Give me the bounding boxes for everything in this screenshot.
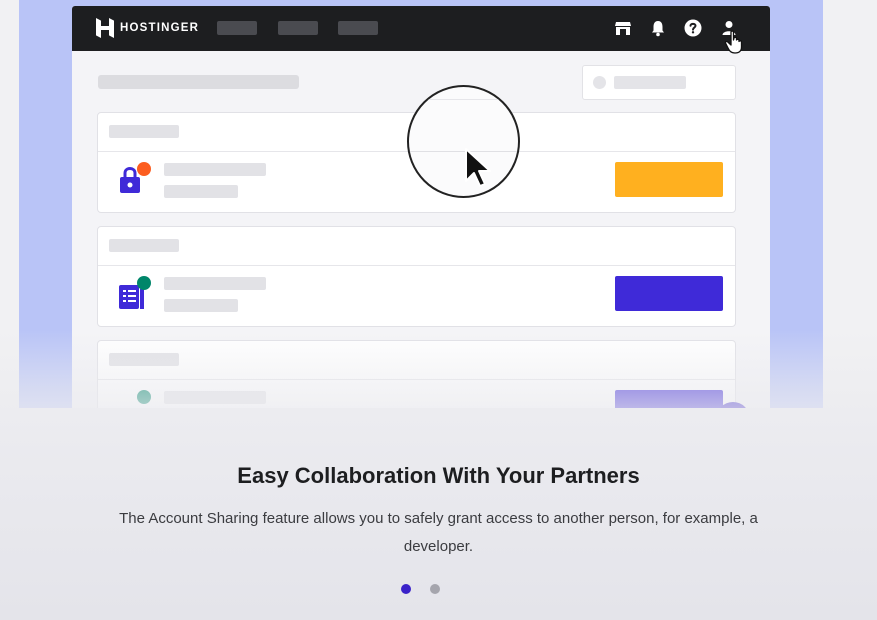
pagination-dot-2[interactable] <box>430 584 440 594</box>
slide-description: The Account Sharing feature allows you t… <box>119 510 758 555</box>
card-action-button <box>615 276 723 311</box>
nav-item-placeholder <box>217 21 257 35</box>
card-header <box>98 227 735 266</box>
page-title-placeholder <box>98 75 299 89</box>
nav-item-placeholder <box>338 21 378 35</box>
illustration-fade <box>0 330 877 410</box>
help-icon <box>684 19 702 37</box>
card-text-placeholder <box>164 163 266 176</box>
hostinger-logo-icon <box>96 18 114 38</box>
top-navigation-bar: HOSTINGER <box>72 6 770 51</box>
carousel-pagination <box>401 584 440 594</box>
nav-item-placeholder <box>278 21 318 35</box>
card-title-placeholder <box>109 239 179 252</box>
search-icon <box>593 76 606 89</box>
lock-icon <box>120 162 151 193</box>
account-card <box>97 226 736 327</box>
search-field-placeholder <box>582 65 736 100</box>
bell-icon <box>652 21 664 37</box>
arrow-cursor-icon <box>465 148 491 187</box>
magnifier-divider <box>409 99 518 100</box>
card-text-placeholder <box>164 277 266 290</box>
document-list-icon <box>119 276 151 309</box>
brand-name: HOSTINGER <box>120 22 200 34</box>
pagination-dot-1[interactable] <box>401 584 411 594</box>
card-action-button <box>615 162 723 197</box>
hand-cursor-icon <box>724 30 743 54</box>
card-title-placeholder <box>109 125 179 138</box>
store-icon <box>615 22 631 35</box>
slide-title: Easy Collaboration With Your Partners <box>237 463 640 488</box>
card-subtext-placeholder <box>164 185 238 198</box>
hostinger-logo: HOSTINGER <box>96 18 199 38</box>
card-subtext-placeholder <box>164 299 238 312</box>
search-text-placeholder <box>614 76 686 89</box>
